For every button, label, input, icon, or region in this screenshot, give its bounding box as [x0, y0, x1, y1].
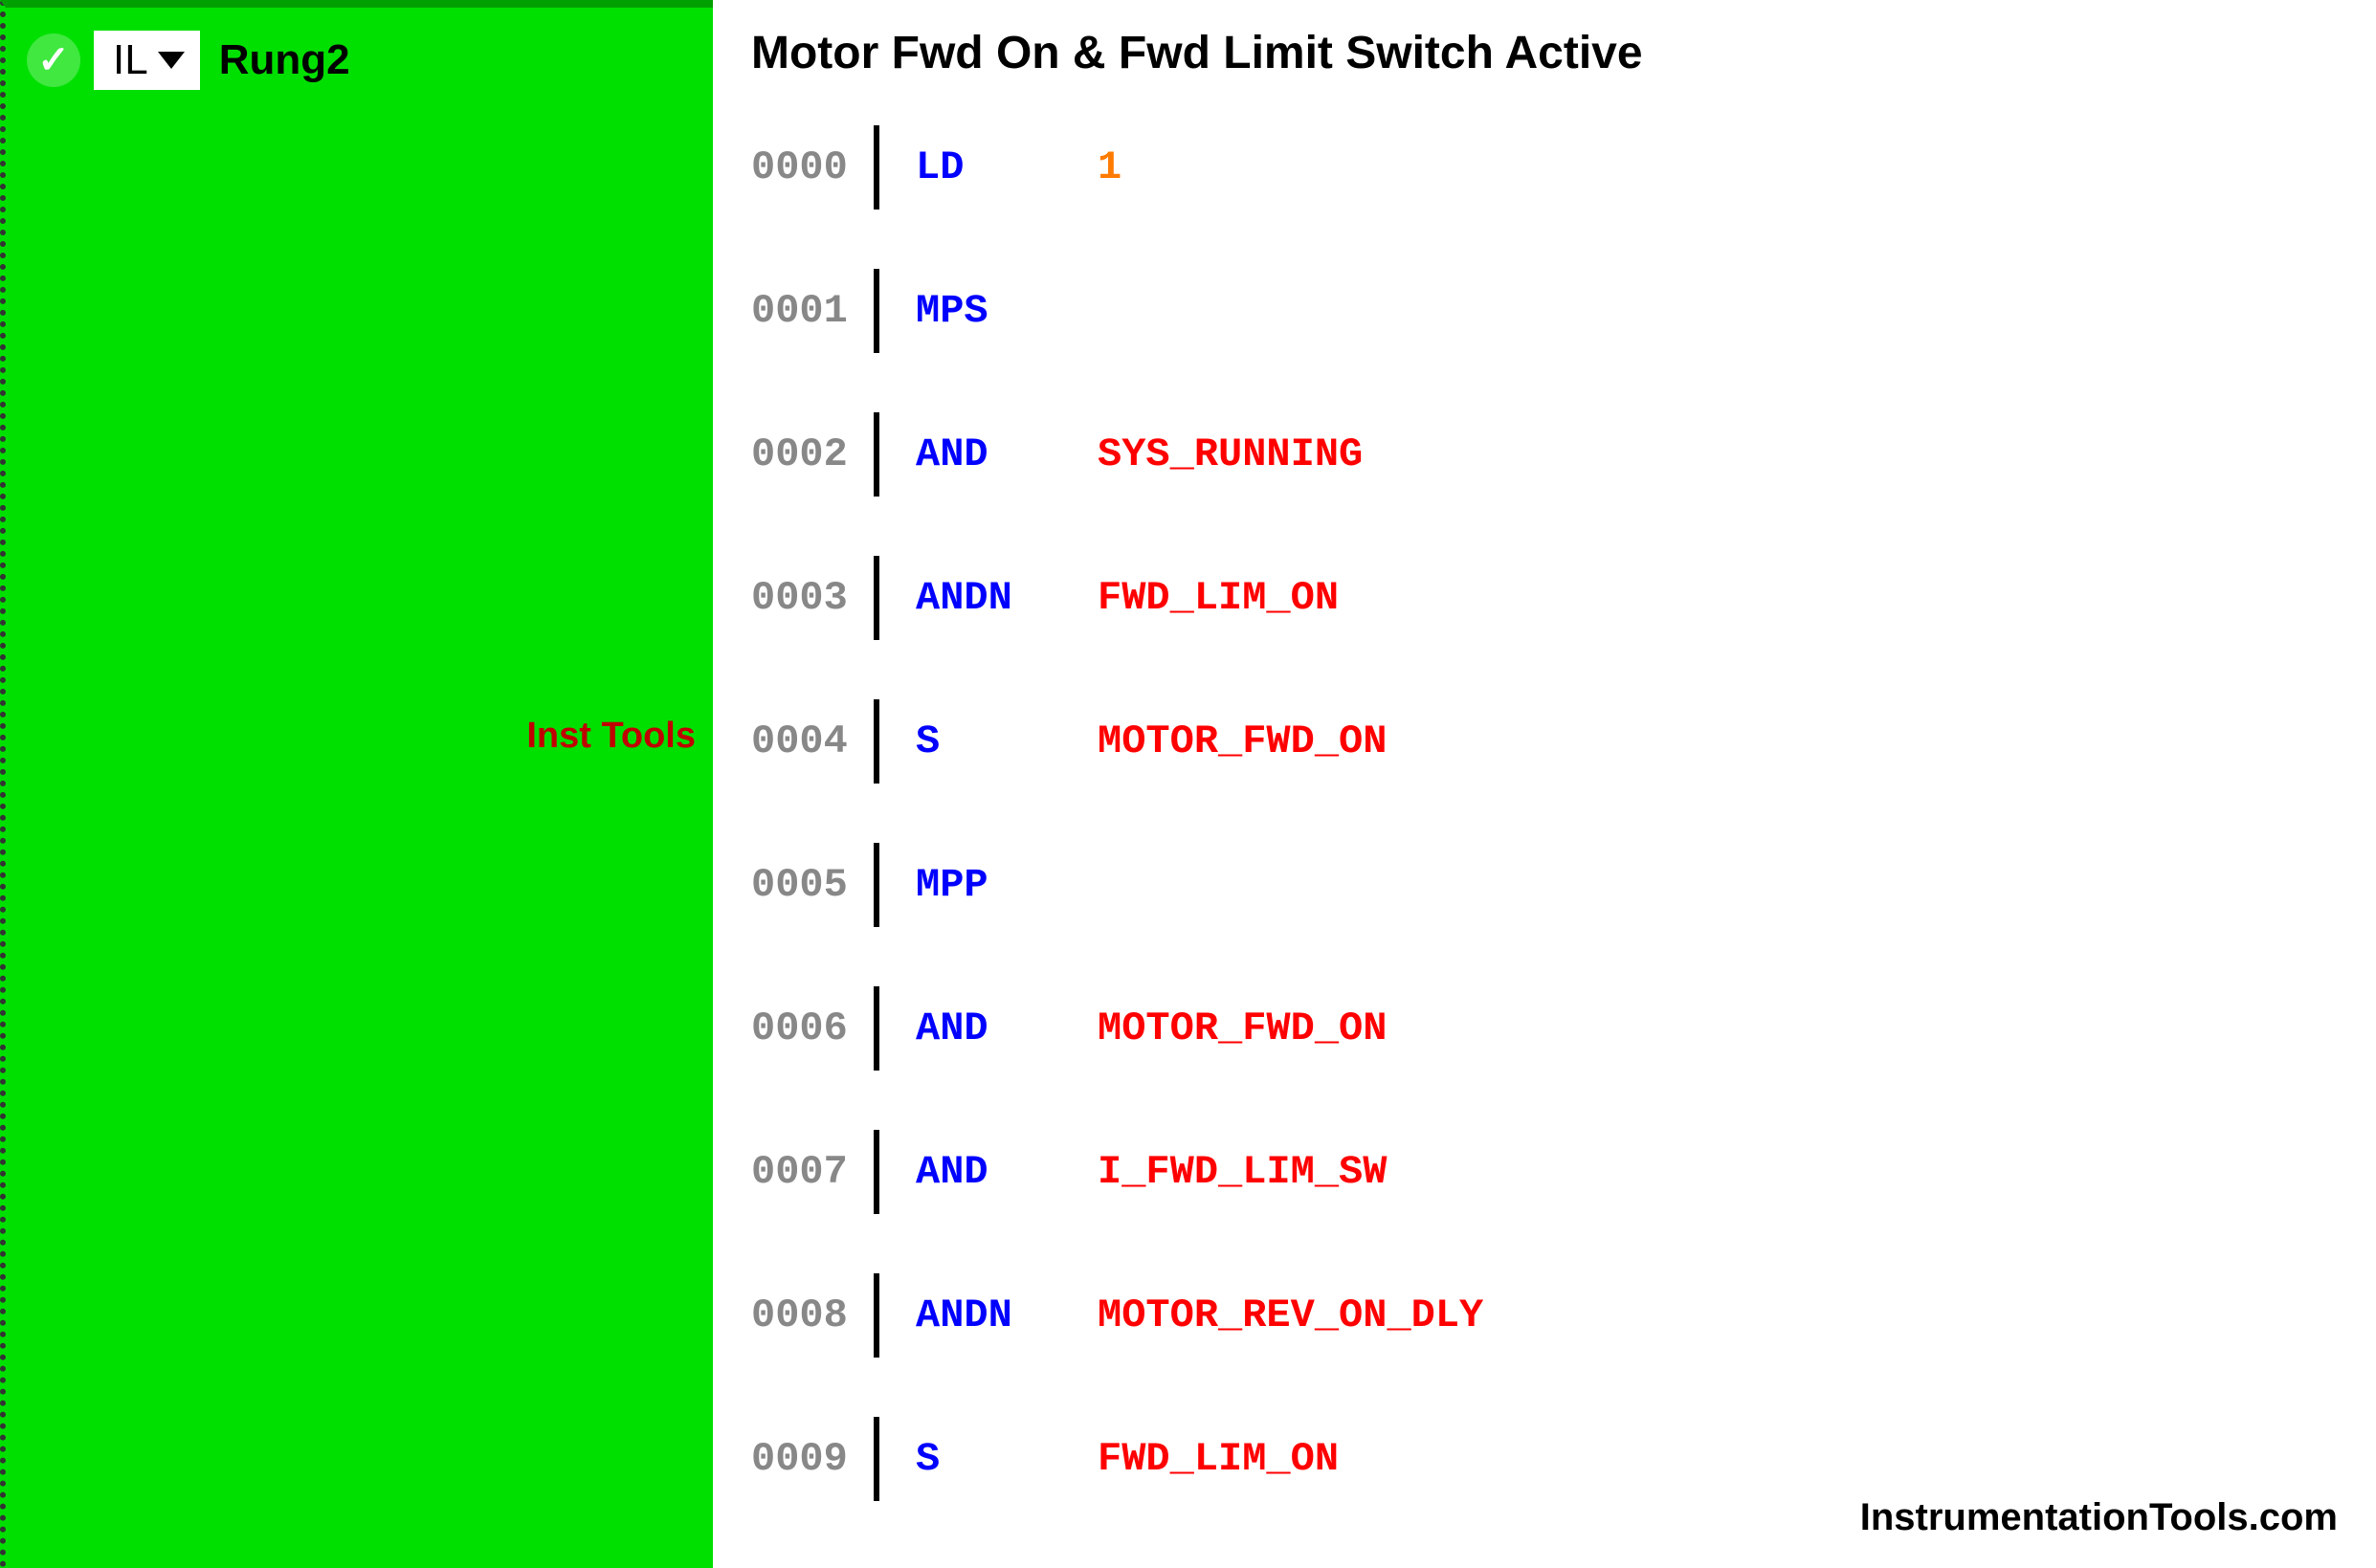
- instruction-line[interactable]: 0009 S FWD_LIM_ON: [751, 1411, 2376, 1507]
- line-address: 0005: [751, 862, 874, 908]
- separator-bar: [874, 843, 879, 927]
- instruction-line[interactable]: 0006 AND MOTOR_FWD_ON: [751, 981, 2376, 1076]
- operand: FWD_LIM_ON: [1098, 575, 1339, 621]
- separator-bar: [874, 1130, 879, 1214]
- instruction-line[interactable]: 0003 ANDN FWD_LIM_ON: [751, 550, 2376, 646]
- separator-bar: [874, 125, 879, 210]
- separator-bar: [874, 699, 879, 784]
- instruction-list: 0000 LD 1 0001 MPS 0002 AND SYS_RUNNING 0003 ANDN…: [751, 120, 2376, 1507]
- editor-root: ✓ IL Rung2 Inst Tools Motor Fwd On & Fwd…: [0, 0, 2376, 1568]
- watermark-text: Inst Tools: [526, 716, 696, 757]
- code-panel: Motor Fwd On & Fwd Limit Switch Active 0…: [713, 0, 2376, 1568]
- opcode: AND: [916, 1149, 1059, 1195]
- operand: MOTOR_FWD_ON: [1098, 718, 1387, 764]
- opcode: ANDN: [916, 575, 1059, 621]
- operand: MOTOR_REV_ON_DLY: [1098, 1292, 1483, 1338]
- rung-name-label: Rung2: [219, 36, 350, 84]
- instruction-line[interactable]: 0002 AND SYS_RUNNING: [751, 407, 2376, 502]
- line-address: 0008: [751, 1292, 874, 1338]
- rung-comment: Motor Fwd On & Fwd Limit Switch Active: [751, 27, 2376, 79]
- line-address: 0002: [751, 431, 874, 477]
- rung-sidebar: ✓ IL Rung2 Inst Tools: [0, 0, 713, 1568]
- operand: SYS_RUNNING: [1098, 431, 1363, 477]
- separator-bar: [874, 1417, 879, 1501]
- opcode: ANDN: [916, 1292, 1059, 1338]
- instruction-line[interactable]: 0001 MPS: [751, 263, 2376, 359]
- separator-bar: [874, 556, 879, 640]
- instruction-line[interactable]: 0004 S MOTOR_FWD_ON: [751, 694, 2376, 789]
- opcode: LD: [916, 144, 1059, 190]
- opcode: S: [916, 718, 1059, 764]
- opcode: AND: [916, 1005, 1059, 1051]
- instruction-line[interactable]: 0007 AND I_FWD_LIM_SW: [751, 1124, 2376, 1220]
- check-glyph: ✓: [37, 38, 70, 82]
- operand: 1: [1098, 144, 1121, 190]
- separator-bar: [874, 1273, 879, 1358]
- instruction-line[interactable]: 0000 LD 1: [751, 120, 2376, 215]
- language-selected-value: IL: [113, 36, 148, 84]
- operand: I_FWD_LIM_SW: [1098, 1149, 1387, 1195]
- rung-header: ✓ IL Rung2: [6, 8, 713, 90]
- instruction-line[interactable]: 0005 MPP: [751, 837, 2376, 933]
- separator-bar: [874, 269, 879, 353]
- line-address: 0003: [751, 575, 874, 621]
- line-address: 0007: [751, 1149, 874, 1195]
- line-address: 0004: [751, 718, 874, 764]
- verified-icon: ✓: [27, 33, 80, 87]
- opcode: MPP: [916, 862, 1059, 908]
- opcode: AND: [916, 431, 1059, 477]
- line-address: 0000: [751, 144, 874, 190]
- opcode: S: [916, 1436, 1059, 1482]
- operand: MOTOR_FWD_ON: [1098, 1005, 1387, 1051]
- separator-bar: [874, 986, 879, 1071]
- language-dropdown[interactable]: IL: [94, 31, 200, 90]
- separator-bar: [874, 412, 879, 497]
- chevron-down-icon: [158, 52, 185, 69]
- attribution-text: InstrumentationTools.com: [1860, 1496, 2338, 1539]
- operand: FWD_LIM_ON: [1098, 1436, 1339, 1482]
- opcode: MPS: [916, 288, 1059, 334]
- line-address: 0006: [751, 1005, 874, 1051]
- instruction-line[interactable]: 0008 ANDN MOTOR_REV_ON_DLY: [751, 1268, 2376, 1363]
- line-address: 0001: [751, 288, 874, 334]
- line-address: 0009: [751, 1436, 874, 1482]
